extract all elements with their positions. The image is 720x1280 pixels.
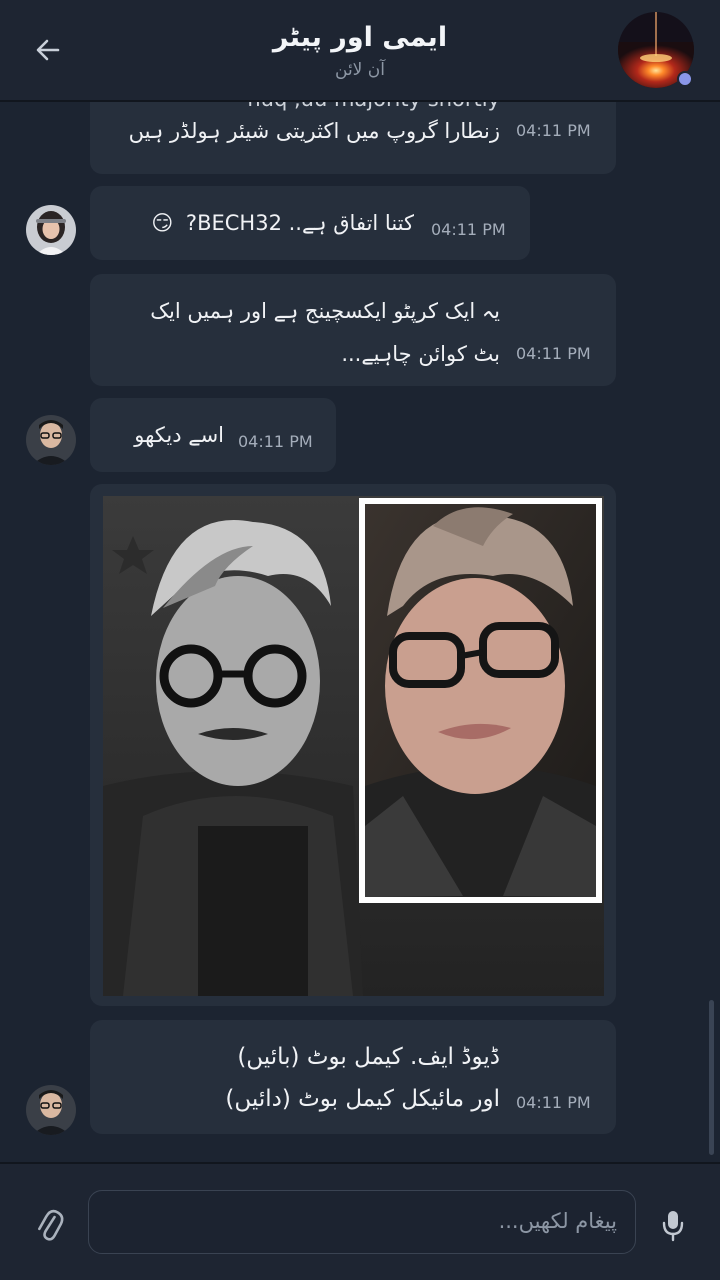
online-status: آن لائن bbox=[335, 60, 385, 80]
message-text-line: ڈیوڈ ایف. کیمل بوٹ (بائیں) bbox=[237, 1044, 500, 1070]
paperclip-icon bbox=[38, 1209, 64, 1241]
chat-title: ایمی اور پیٹر bbox=[272, 22, 448, 53]
avatar-man-image bbox=[26, 1085, 76, 1135]
message-bubble[interactable]: اسے دیکھو 04:11 PM bbox=[90, 398, 336, 472]
avatar-woman-image bbox=[26, 205, 76, 255]
chat-header: ایمی اور پیٹر آن لائن bbox=[0, 0, 720, 102]
message-text-line: بٹ کوائن چاہیے... bbox=[341, 342, 500, 366]
message-time: 04:11 PM bbox=[431, 220, 506, 239]
message-bubble[interactable]: huq ,uu majority shortly زنطارا گروپ میں… bbox=[90, 100, 616, 174]
message-list[interactable]: huq ,uu majority shortly زنطارا گروپ میں… bbox=[0, 100, 720, 1162]
sender-avatar[interactable] bbox=[26, 205, 76, 255]
sender-avatar[interactable] bbox=[26, 1085, 76, 1135]
shared-photo[interactable] bbox=[103, 496, 604, 996]
message-input-placeholder: پیغام لکھیں... bbox=[498, 1209, 617, 1233]
avatar-man-image bbox=[26, 415, 76, 465]
online-indicator bbox=[677, 71, 693, 87]
message-text: کتنا اتفاق ہے.. BECH32? 😏 bbox=[151, 206, 414, 240]
message-text: اسے دیکھو bbox=[134, 423, 224, 447]
message-bubble[interactable]: ڈیوڈ ایف. کیمل بوٹ (بائیں) اور مائیکل کی… bbox=[90, 1020, 616, 1134]
sender-avatar[interactable] bbox=[26, 415, 76, 465]
arrow-left-icon bbox=[36, 39, 60, 61]
chat-screen: ایمی اور پیٹر آن لائن زنطارا گروپ میں اک… bbox=[0, 0, 720, 1280]
message-text-line: یہ ایک کرپٹو ایکسچینج ہے اور ہمیں ایک bbox=[150, 299, 500, 323]
microphone-icon bbox=[662, 1211, 684, 1242]
message-text-line: اور مائیکل کیمل بوٹ (دائیں) bbox=[225, 1086, 500, 1112]
message-time: 04:11 PM bbox=[516, 344, 591, 363]
message-text-content: کتنا اتفاق ہے.. BECH32? bbox=[185, 211, 414, 235]
message-time: 04:11 PM bbox=[516, 121, 591, 140]
message-bubble[interactable]: کتنا اتفاق ہے.. BECH32? 😏 04:11 PM bbox=[90, 186, 530, 260]
message-time: 04:11 PM bbox=[238, 432, 313, 451]
message-input[interactable]: پیغام لکھیں... bbox=[88, 1190, 636, 1254]
attach-button[interactable] bbox=[32, 1206, 68, 1246]
smirk-emoji: 😏 bbox=[151, 211, 174, 235]
message-time: 04:11 PM bbox=[516, 1093, 591, 1112]
message-bubble[interactable]: یہ ایک کرپٹو ایکسچینج ہے اور ہمیں ایک بٹ… bbox=[90, 274, 616, 386]
microphone-button[interactable] bbox=[658, 1206, 688, 1246]
photo-image bbox=[103, 496, 604, 996]
back-button[interactable] bbox=[24, 28, 72, 72]
composer-bar: پیغام لکھیں... bbox=[0, 1162, 720, 1280]
scrollbar-thumb[interactable] bbox=[709, 1000, 714, 1155]
message-text: زنطارا گروپ میں اکثریتی شیئر ہولڈر ہیں bbox=[128, 119, 500, 143]
